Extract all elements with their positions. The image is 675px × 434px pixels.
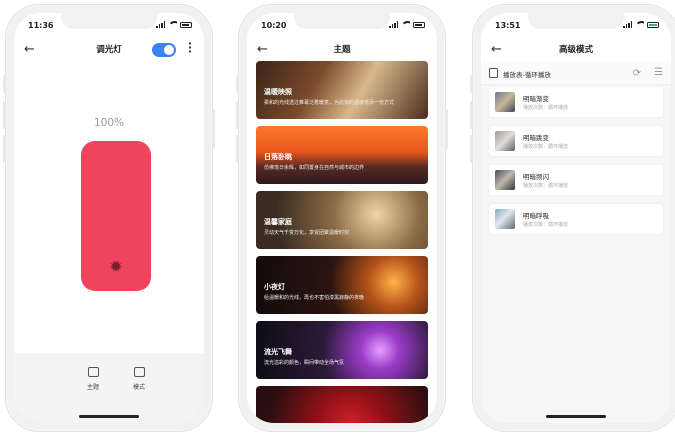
bottom-nav: 主题 模式 bbox=[14, 353, 204, 423]
phone-notch bbox=[528, 13, 624, 29]
theme-description: 灵动天气千变万化，享受团聚温暖时刻 bbox=[264, 230, 350, 236]
brightness-percentage: 100% bbox=[93, 117, 125, 129]
mode-thumbnail bbox=[495, 209, 515, 229]
mode-play-count: 播放次数：循环播放 bbox=[523, 105, 569, 111]
page-title: 高级模式 bbox=[558, 45, 593, 55]
mode-item[interactable]: 明暗跳变 播放次数：循环播放 bbox=[489, 126, 663, 156]
home-indicator bbox=[546, 415, 606, 418]
phone-power-button bbox=[212, 109, 215, 149]
theme-card[interactable]: 流光飞舞 流光溢彩的颜色，瞬间带动全场气氛 bbox=[256, 321, 428, 379]
page-header: ← 调光灯 · · · bbox=[14, 37, 204, 63]
battery-icon bbox=[413, 21, 425, 28]
nav-item-theme[interactable]: 主题 bbox=[76, 367, 110, 391]
mode-list: 明暗渐变 播放次数：循环播放 明暗跳变 播放次数：循环播放 明暗频闪 播放次数：… bbox=[489, 87, 663, 243]
power-toggle[interactable] bbox=[152, 43, 176, 57]
theme-card[interactable]: 日落卧眺 仿佛落日余晖，如同置身在自然与城市的边界 bbox=[256, 126, 428, 184]
nav-label-theme: 主题 bbox=[86, 384, 99, 391]
phone-side-button bbox=[236, 101, 239, 129]
theme-card[interactable] bbox=[256, 386, 428, 423]
mode-thumbnail bbox=[495, 170, 515, 190]
nav-item-mode[interactable]: 模式 bbox=[122, 367, 156, 391]
mode-item[interactable]: 明暗频闪 播放次数：循环播放 bbox=[489, 165, 663, 195]
mode-name: 明暗渐变 bbox=[523, 95, 549, 103]
page-header: ← 高级模式 bbox=[481, 37, 671, 63]
sort-icon[interactable]: ☰ bbox=[654, 67, 663, 78]
phone-notch bbox=[294, 13, 390, 29]
theme-description: 仿佛落日余晖，如同置身在自然与城市的边界 bbox=[264, 165, 365, 171]
phone-screen: 10:20 ← 主题 温暖映照 柔和的光线透过帷幕泛着暖意，为此刻的温暖增添一份… bbox=[247, 13, 437, 423]
mode-icon bbox=[133, 367, 145, 377]
battery-icon bbox=[647, 21, 659, 28]
phone-side-button bbox=[3, 75, 6, 93]
signal-icon bbox=[623, 21, 632, 28]
wifi-icon bbox=[401, 21, 410, 28]
mode-name: 明暗跳变 bbox=[523, 134, 549, 142]
nav-label-mode: 模式 bbox=[132, 384, 145, 391]
theme-card[interactable]: 温馨家庭 灵动天气千变万化，享受团聚温暖时刻 bbox=[256, 191, 428, 249]
theme-description: 给温暖和的光线，再也不害怕漆黑寂静的夜晚 bbox=[264, 295, 365, 301]
phone-side-button bbox=[236, 135, 239, 163]
theme-title: 小夜灯 bbox=[264, 283, 285, 291]
mode-name: 明暗频闪 bbox=[523, 173, 549, 181]
phone-side-button bbox=[3, 101, 6, 129]
screenshot-stage: 11:36 ← 调光灯 · · · 100% ✹ 主题 模式 10:20 ← 主… bbox=[0, 0, 675, 434]
theme-card[interactable]: 温暖映照 柔和的光线透过帷幕泛着暖意，为此刻的温暖增添一份方式 bbox=[256, 61, 428, 119]
home-indicator bbox=[79, 415, 139, 418]
wifi-icon bbox=[168, 21, 177, 28]
brightness-slider[interactable]: ✹ bbox=[81, 141, 151, 291]
mode-item[interactable]: 明暗渐变 播放次数：循环播放 bbox=[489, 87, 663, 117]
sun-icon: ✹ bbox=[109, 257, 123, 276]
mode-play-count: 播放次数：循环播放 bbox=[523, 183, 569, 189]
phone-side-button bbox=[470, 135, 473, 163]
theme-description: 流光溢彩的颜色，瞬间带动全场气氛 bbox=[264, 360, 345, 366]
phone-screen: 11:36 ← 调光灯 · · · 100% ✹ 主题 模式 bbox=[14, 13, 204, 423]
mode-thumbnail bbox=[495, 92, 515, 112]
loop-icon[interactable]: ⟳ bbox=[633, 68, 641, 79]
signal-icon bbox=[156, 21, 165, 28]
phone-dimmer: 11:36 ← 调光灯 · · · 100% ✹ 主题 模式 bbox=[3, 4, 215, 432]
page-header: ← 主题 bbox=[247, 37, 437, 63]
phone-power-button bbox=[445, 109, 448, 149]
playlist-bar: 播放表-循环播放 ⟳ ☰ bbox=[481, 63, 671, 85]
phone-themes: 10:20 ← 主题 温暖映照 柔和的光线透过帷幕泛着暖意，为此刻的温暖增添一份… bbox=[236, 4, 448, 432]
battery-icon bbox=[180, 21, 192, 28]
status-time: 11:36 bbox=[28, 21, 54, 30]
wifi-icon bbox=[635, 21, 644, 28]
theme-list: 温暖映照 柔和的光线透过帷幕泛着暖意，为此刻的温暖增添一份方式 日落卧眺 仿佛落… bbox=[256, 61, 428, 423]
playlist-label[interactable]: 播放表-循环播放 bbox=[503, 69, 551, 79]
mode-play-count: 播放次数：循环播放 bbox=[523, 222, 569, 228]
theme-card[interactable]: 小夜灯 给温暖和的光线，再也不害怕漆黑寂静的夜晚 bbox=[256, 256, 428, 314]
more-menu-icon[interactable]: · · · bbox=[188, 38, 192, 57]
playlist-icon[interactable] bbox=[489, 68, 498, 78]
theme-description: 柔和的光线透过帷幕泛着暖意，为此刻的温暖增添一份方式 bbox=[264, 100, 395, 106]
phone-side-button bbox=[236, 75, 239, 93]
theme-title: 温馨家庭 bbox=[264, 218, 292, 226]
status-time: 10:20 bbox=[261, 21, 287, 30]
phone-screen: 13:51 ← 高级模式 播放表-循环播放 ⟳ ☰ 明暗渐变 播放次数：循环播放… bbox=[481, 13, 671, 423]
mode-item[interactable]: 明暗呼吸 播放次数：循环播放 bbox=[489, 204, 663, 234]
theme-title: 日落卧眺 bbox=[264, 153, 292, 161]
signal-icon bbox=[389, 21, 398, 28]
phone-side-button bbox=[3, 135, 6, 163]
mode-play-count: 播放次数：循环播放 bbox=[523, 144, 569, 150]
page-title: 主题 bbox=[333, 45, 351, 55]
theme-title: 温暖映照 bbox=[264, 88, 292, 96]
phone-advanced-mode: 13:51 ← 高级模式 播放表-循环播放 ⟳ ☰ 明暗渐变 播放次数：循环播放… bbox=[470, 4, 675, 432]
mode-name: 明暗呼吸 bbox=[523, 212, 549, 220]
phone-notch bbox=[61, 13, 157, 29]
theme-icon bbox=[87, 367, 99, 377]
phone-side-button bbox=[470, 101, 473, 129]
phone-side-button bbox=[470, 75, 473, 93]
status-time: 13:51 bbox=[495, 21, 521, 30]
theme-title: 流光飞舞 bbox=[264, 348, 292, 356]
mode-thumbnail bbox=[495, 131, 515, 151]
